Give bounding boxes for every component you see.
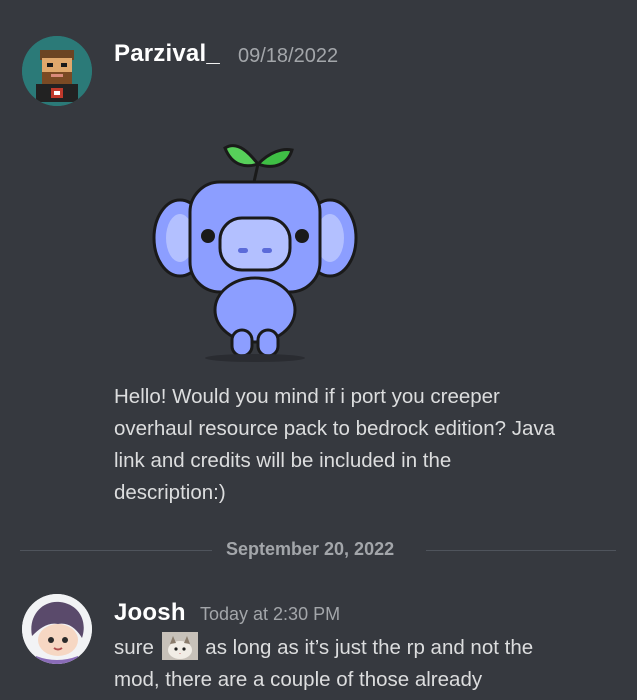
username[interactable]: Joosh	[114, 599, 186, 627]
message-text: Hello! Would you mind if i port you cree…	[114, 385, 556, 504]
username[interactable]: Parzival_	[114, 40, 220, 68]
anime-character-avatar-icon	[22, 594, 92, 664]
message-text: sure as long as it’s just the rp and not…	[114, 632, 634, 696]
timestamp: Today at 2:30 PM	[200, 604, 341, 624]
divider	[426, 550, 616, 551]
message-line: sure as long as it’s just the rp and not…	[114, 632, 634, 664]
wumpus-leaf-sticker	[152, 144, 358, 362]
avatar[interactable]	[22, 594, 92, 664]
timestamp: 09/18/2022	[238, 45, 339, 67]
wumpus-sticker[interactable]	[150, 138, 360, 363]
divider	[20, 550, 212, 551]
avatar[interactable]	[22, 36, 92, 106]
message-line: mod, there are a couple of those already	[114, 668, 483, 691]
separator-date: September 20, 2022	[226, 539, 395, 559]
cat-emoji[interactable]	[161, 632, 198, 660]
bearded-blocky-avatar-icon	[22, 36, 92, 106]
